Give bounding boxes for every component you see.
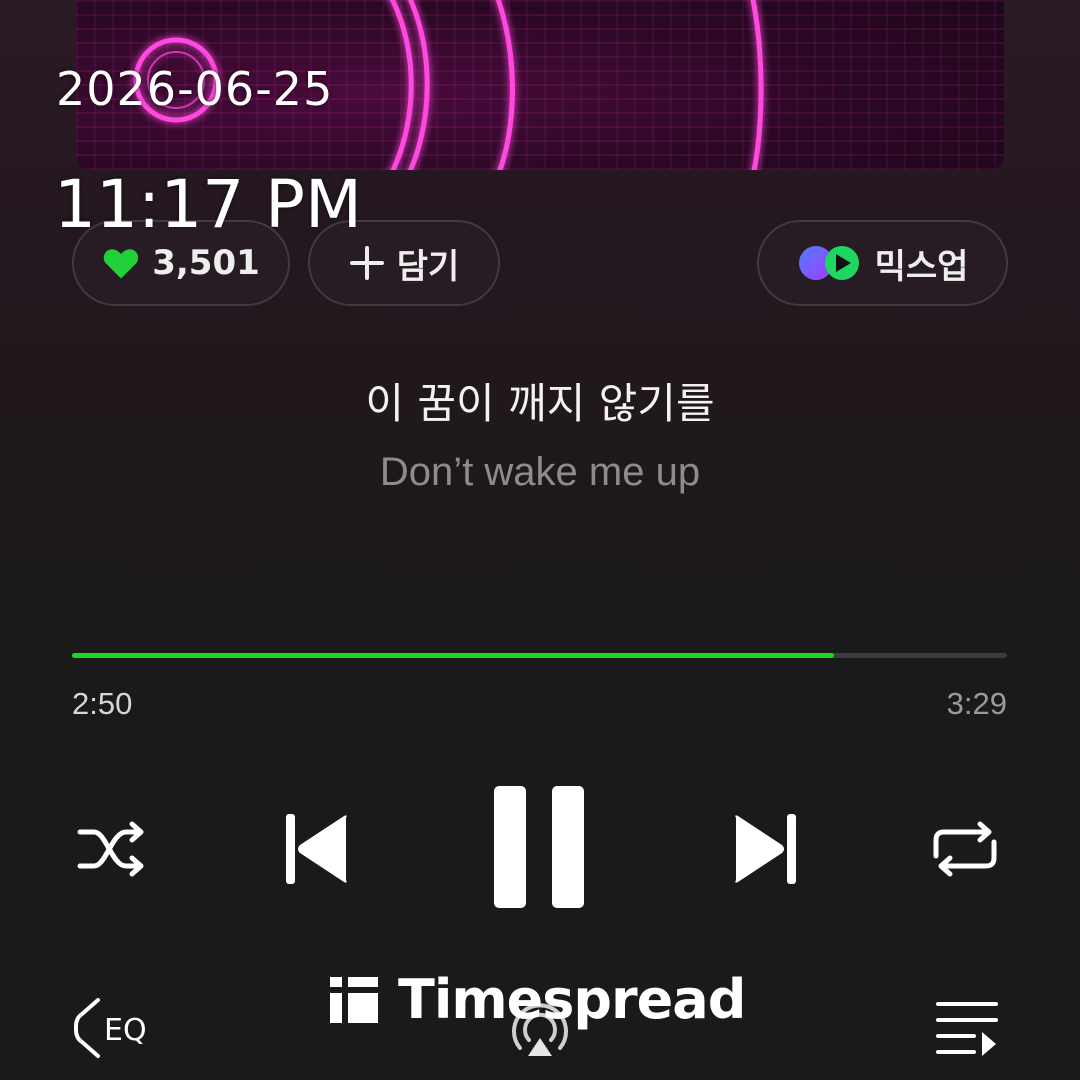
timespread-logo-icon <box>330 976 378 1023</box>
watermark-text: Timespread <box>398 968 746 1031</box>
elapsed-time: 2:50 <box>72 686 133 721</box>
like-count: 3,501 <box>152 243 260 283</box>
eq-icon: EQ <box>74 998 147 1058</box>
eq-button[interactable]: EQ <box>72 996 162 1064</box>
mixup-label: 믹스업 <box>874 246 969 287</box>
status-date: 2026-06-25 <box>56 62 334 116</box>
mixup-logo-icon <box>798 246 859 280</box>
lyric-next-line[interactable]: Don’t wake me up <box>0 450 1080 495</box>
previous-icon <box>286 814 347 884</box>
next-button[interactable] <box>732 812 798 890</box>
shuffle-button[interactable] <box>76 818 150 884</box>
playlist-icon <box>936 1002 998 1056</box>
progress-fill <box>72 653 835 658</box>
playlist-button[interactable] <box>934 1000 1000 1062</box>
previous-button[interactable] <box>284 812 350 890</box>
shuffle-icon <box>77 821 144 877</box>
eq-label: EQ <box>104 1013 147 1048</box>
repeat-button[interactable] <box>930 818 1000 884</box>
lyric-current-line[interactable]: 이 꿈이 깨지 않기를 <box>0 370 1080 431</box>
mixup-button[interactable]: 믹스업 <box>757 220 1008 306</box>
plus-icon <box>349 246 384 280</box>
pause-button[interactable] <box>494 786 586 914</box>
like-button[interactable]: 3,501 <box>72 220 290 306</box>
heart-icon <box>104 249 139 279</box>
watermark: Timespread <box>330 968 746 1031</box>
progress-bar[interactable] <box>72 653 1007 658</box>
next-icon <box>735 814 796 884</box>
pause-icon <box>494 786 584 908</box>
add-label: 담기 <box>396 246 460 287</box>
add-to-playlist-button[interactable]: 담기 <box>308 220 500 306</box>
repeat-icon <box>933 821 997 877</box>
total-duration: 3:29 <box>946 686 1007 721</box>
